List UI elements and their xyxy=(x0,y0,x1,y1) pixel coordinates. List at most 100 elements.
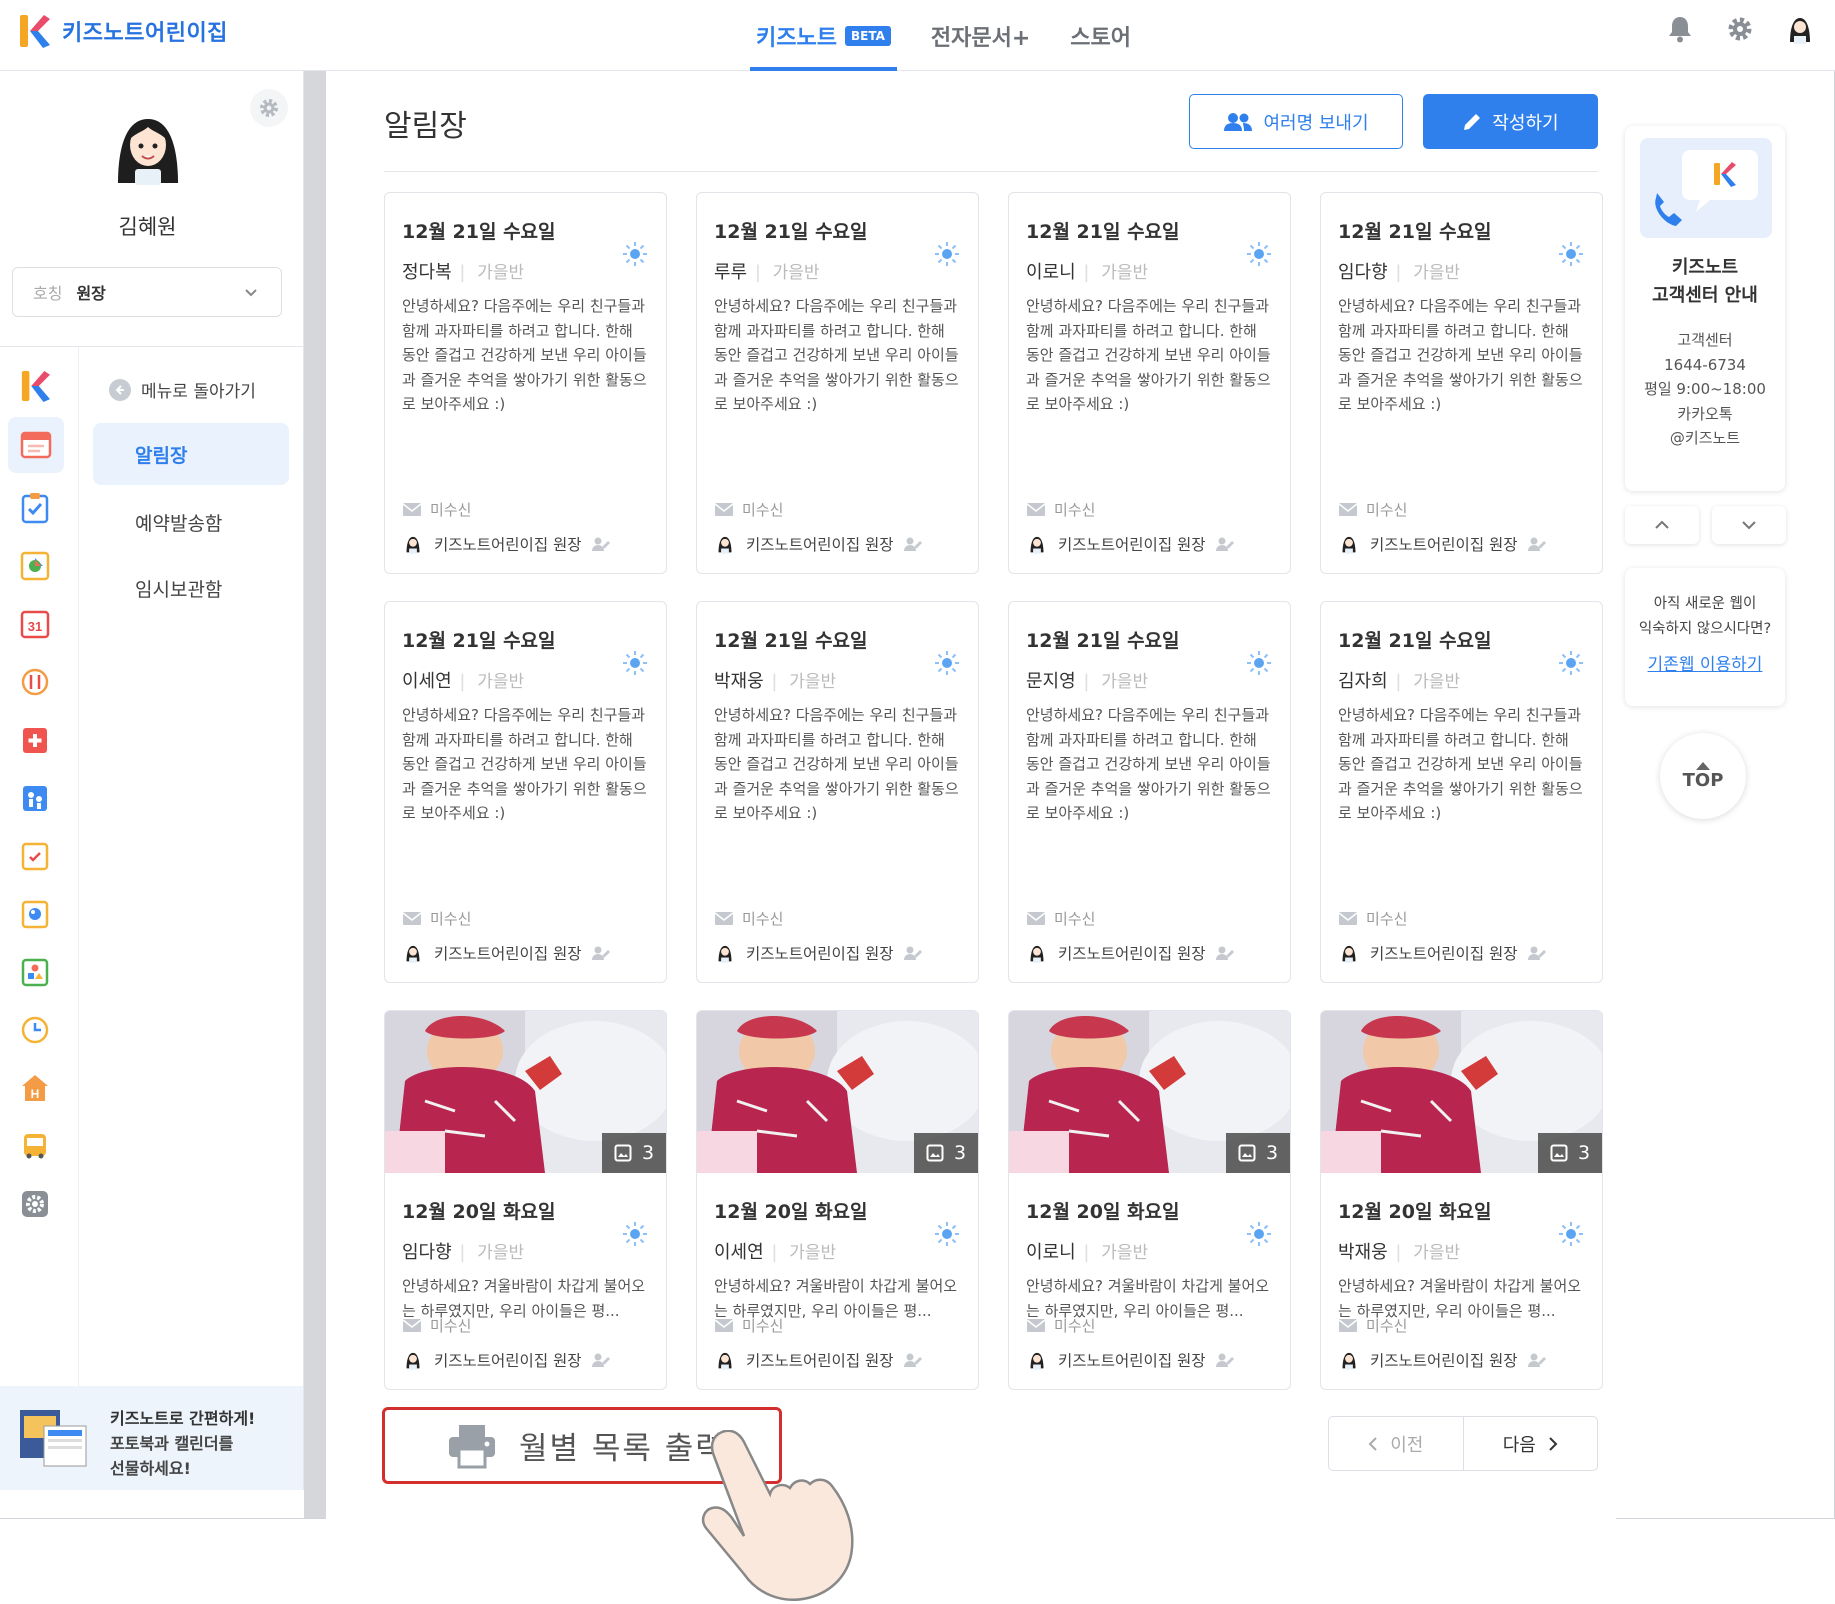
author-avatar xyxy=(402,1349,424,1371)
notice-card[interactable]: 3 12월 20일 화요일 임다향 | 가을반 안녕하세요? 겨울바람이 차갑게 불어… xyxy=(384,1010,667,1390)
checklist-icon[interactable] xyxy=(16,489,54,527)
scroll-up-button[interactable] xyxy=(1625,506,1699,544)
bell-icon[interactable] xyxy=(1663,12,1697,46)
notice-author: 키즈노트어린이집 원장 xyxy=(1338,942,1546,964)
notice-recipient: 박재웅 | 가을반 xyxy=(1338,1238,1585,1264)
caret-up-icon xyxy=(1696,761,1710,770)
notice-author: 키즈노트어린이집 원장 xyxy=(714,1349,922,1371)
attendance-icon[interactable] xyxy=(16,779,54,817)
profile-settings-button[interactable] xyxy=(250,89,288,127)
submenu-item-scheduled[interactable]: 예약발송함 xyxy=(93,491,289,553)
separator: | xyxy=(453,671,472,692)
notice-card[interactable]: 3 12월 20일 화요일 이세연 | 가을반 안녕하세요? 겨울바람이 차갑게 불어… xyxy=(696,1010,979,1390)
photobook-promo[interactable]: 키즈노트로 간편하게! 포토북과 캘린더를 선물하세요! xyxy=(0,1386,304,1490)
send-multiple-button[interactable]: 여러명 보내기 xyxy=(1189,94,1403,149)
album-icon[interactable] xyxy=(16,547,54,585)
customer-center-card: 키즈노트 고객센터 안내 고객센터 1644-6734 평일 9:00~18:0… xyxy=(1625,126,1785,491)
notice-message: 안녕하세요? 다음주에는 우리 친구들과 함께 과자파티를 하려고 합니다. 한… xyxy=(1338,706,1583,822)
role-value: 원장 xyxy=(76,284,106,303)
notice-card[interactable]: 3 12월 20일 화요일 박재웅 | 가을반 안녕하세요? 겨울바람이 차갑게 불어… xyxy=(1320,1010,1603,1390)
read-status-label: 미수신 xyxy=(430,501,472,519)
author-avatar xyxy=(1026,533,1048,555)
separator: | xyxy=(1389,1242,1408,1263)
class-name: 가을반 xyxy=(1101,672,1149,692)
mail-icon xyxy=(714,912,734,925)
next-page-button[interactable]: 다음 xyxy=(1464,1417,1598,1470)
separator: | xyxy=(765,1242,784,1263)
notice-card[interactable]: 12월 21일 수요일 이세연 | 가을반 안녕하세요? 다음주에는 우리 친구들과… xyxy=(384,601,667,983)
notice-card[interactable]: 12월 21일 수요일 임다향 | 가을반 안녕하세요? 다음주에는 우리 친구들과… xyxy=(1320,192,1603,574)
notice-card-body: 12월 21일 수요일 이로니 | 가을반 안녕하세요? 다음주에는 우리 친구들과… xyxy=(1009,217,1290,417)
image-icon xyxy=(1238,1144,1256,1162)
notice-author: 키즈노트어린이집 원장 xyxy=(1338,533,1546,555)
weather-sun-icon xyxy=(623,242,647,266)
notice-card-body: 12월 21일 수요일 루루 | 가을반 안녕하세요? 다음주에는 우리 친구들과 … xyxy=(697,217,978,417)
weather-sun-icon xyxy=(935,242,959,266)
gear-icon xyxy=(259,98,279,118)
photo-count-badge: 3 xyxy=(914,1133,978,1173)
survey-icon[interactable] xyxy=(16,837,54,875)
mail-icon xyxy=(1026,503,1046,516)
home-icon[interactable]: H xyxy=(16,1069,54,1107)
submenu-item-drafts[interactable]: 임시보관함 xyxy=(93,557,289,619)
clock-icon[interactable] xyxy=(16,1011,54,1049)
settings-icon[interactable] xyxy=(16,1185,54,1223)
notice-card[interactable]: 12월 21일 수요일 정다복 | 가을반 안녕하세요? 다음주에는 우리 친구들과… xyxy=(384,192,667,574)
submenu-item-notice[interactable]: 알림장 xyxy=(93,423,289,485)
read-status: 미수신 xyxy=(1026,908,1095,929)
tab-label: 스토어 xyxy=(1070,25,1131,51)
art-icon[interactable] xyxy=(16,895,54,933)
author-name: 키즈노트어린이집 원장 xyxy=(1370,536,1518,554)
notice-date: 12월 21일 수요일 xyxy=(402,630,556,652)
child-name: 임다향 xyxy=(402,1242,452,1263)
tab-kidsnote[interactable]: 키즈노트 BETA xyxy=(750,0,897,71)
back-label: 메뉴로 돌아가기 xyxy=(141,382,256,402)
gear-icon[interactable] xyxy=(1723,12,1757,46)
prev-page-button[interactable]: 이전 xyxy=(1329,1417,1464,1470)
notice-date: 12월 21일 수요일 xyxy=(402,221,556,243)
notice-recipient: 이로니 | 가을반 xyxy=(1026,1238,1273,1264)
avatar[interactable] xyxy=(103,101,193,191)
role-select[interactable]: 호칭 원장 xyxy=(12,267,282,317)
notice-date: 12월 21일 수요일 xyxy=(1338,630,1492,652)
chevron-left-icon xyxy=(1368,1436,1377,1451)
scrollbar-track[interactable] xyxy=(304,71,326,1519)
bus-icon[interactable] xyxy=(16,1127,54,1165)
education-icon[interactable] xyxy=(16,953,54,991)
class-name: 가을반 xyxy=(1101,263,1149,283)
notice-card-body: 12월 21일 수요일 임다향 | 가을반 안녕하세요? 다음주에는 우리 친구들과… xyxy=(1321,217,1602,417)
scroll-top-button[interactable]: TOP xyxy=(1660,733,1746,819)
notice-card[interactable]: 12월 21일 수요일 이로니 | 가을반 안녕하세요? 다음주에는 우리 친구들과… xyxy=(1008,192,1291,574)
monthly-print-label: 월별 목록 출력 xyxy=(519,1431,726,1467)
tab-store[interactable]: 스토어 xyxy=(1064,0,1137,71)
scroll-down-button[interactable] xyxy=(1712,506,1786,544)
user-avatar[interactable] xyxy=(1783,12,1817,46)
tab-edocs[interactable]: 전자문서+ xyxy=(925,0,1036,71)
read-status-label: 미수신 xyxy=(1366,1317,1408,1335)
notice-card[interactable]: 12월 21일 수요일 루루 | 가을반 안녕하세요? 다음주에는 우리 친구들과 … xyxy=(696,192,979,574)
page-title: 알림장 xyxy=(384,109,467,144)
notice-card[interactable]: 12월 21일 수요일 박재웅 | 가을반 안녕하세요? 다음주에는 우리 친구들과… xyxy=(696,601,979,983)
read-status: 미수신 xyxy=(1026,1315,1095,1336)
notice-author: 키즈노트어린이집 원장 xyxy=(402,533,610,555)
brand[interactable]: 키즈노트어린이집 xyxy=(18,13,228,49)
compose-button[interactable]: 작성하기 xyxy=(1423,94,1598,149)
calendar-icon[interactable]: 31 xyxy=(16,605,54,643)
old-web-link[interactable]: 기존웹 이용하기 xyxy=(1625,650,1785,675)
back-to-menu-link[interactable]: 메뉴로 돌아가기 xyxy=(109,377,256,402)
compose-label: 작성하기 xyxy=(1492,112,1559,134)
edit-author-icon xyxy=(1527,946,1546,960)
promo-line1: 키즈노트로 간편하게! xyxy=(110,1409,256,1428)
notice-card-body: 12월 20일 화요일 이세연 | 가을반 안녕하세요? 겨울바람이 차갑게 불어오… xyxy=(697,1197,978,1323)
notice-icon[interactable] xyxy=(8,417,64,473)
separator: | xyxy=(1077,671,1096,692)
medicine-icon[interactable] xyxy=(16,721,54,759)
meal-icon[interactable] xyxy=(16,663,54,701)
edit-author-icon xyxy=(591,946,610,960)
notice-card[interactable]: 12월 21일 수요일 문지영 | 가을반 안녕하세요? 다음주에는 우리 친구들과… xyxy=(1008,601,1291,983)
notice-card[interactable]: 12월 21일 수요일 김자희 | 가을반 안녕하세요? 다음주에는 우리 친구들과… xyxy=(1320,601,1603,983)
child-name: 김자희 xyxy=(1338,671,1388,692)
author-avatar xyxy=(402,533,424,555)
notice-card[interactable]: 3 12월 20일 화요일 이로니 | 가을반 안녕하세요? 겨울바람이 차갑게 불어… xyxy=(1008,1010,1291,1390)
kidsnote-logo-icon[interactable] xyxy=(16,367,54,405)
